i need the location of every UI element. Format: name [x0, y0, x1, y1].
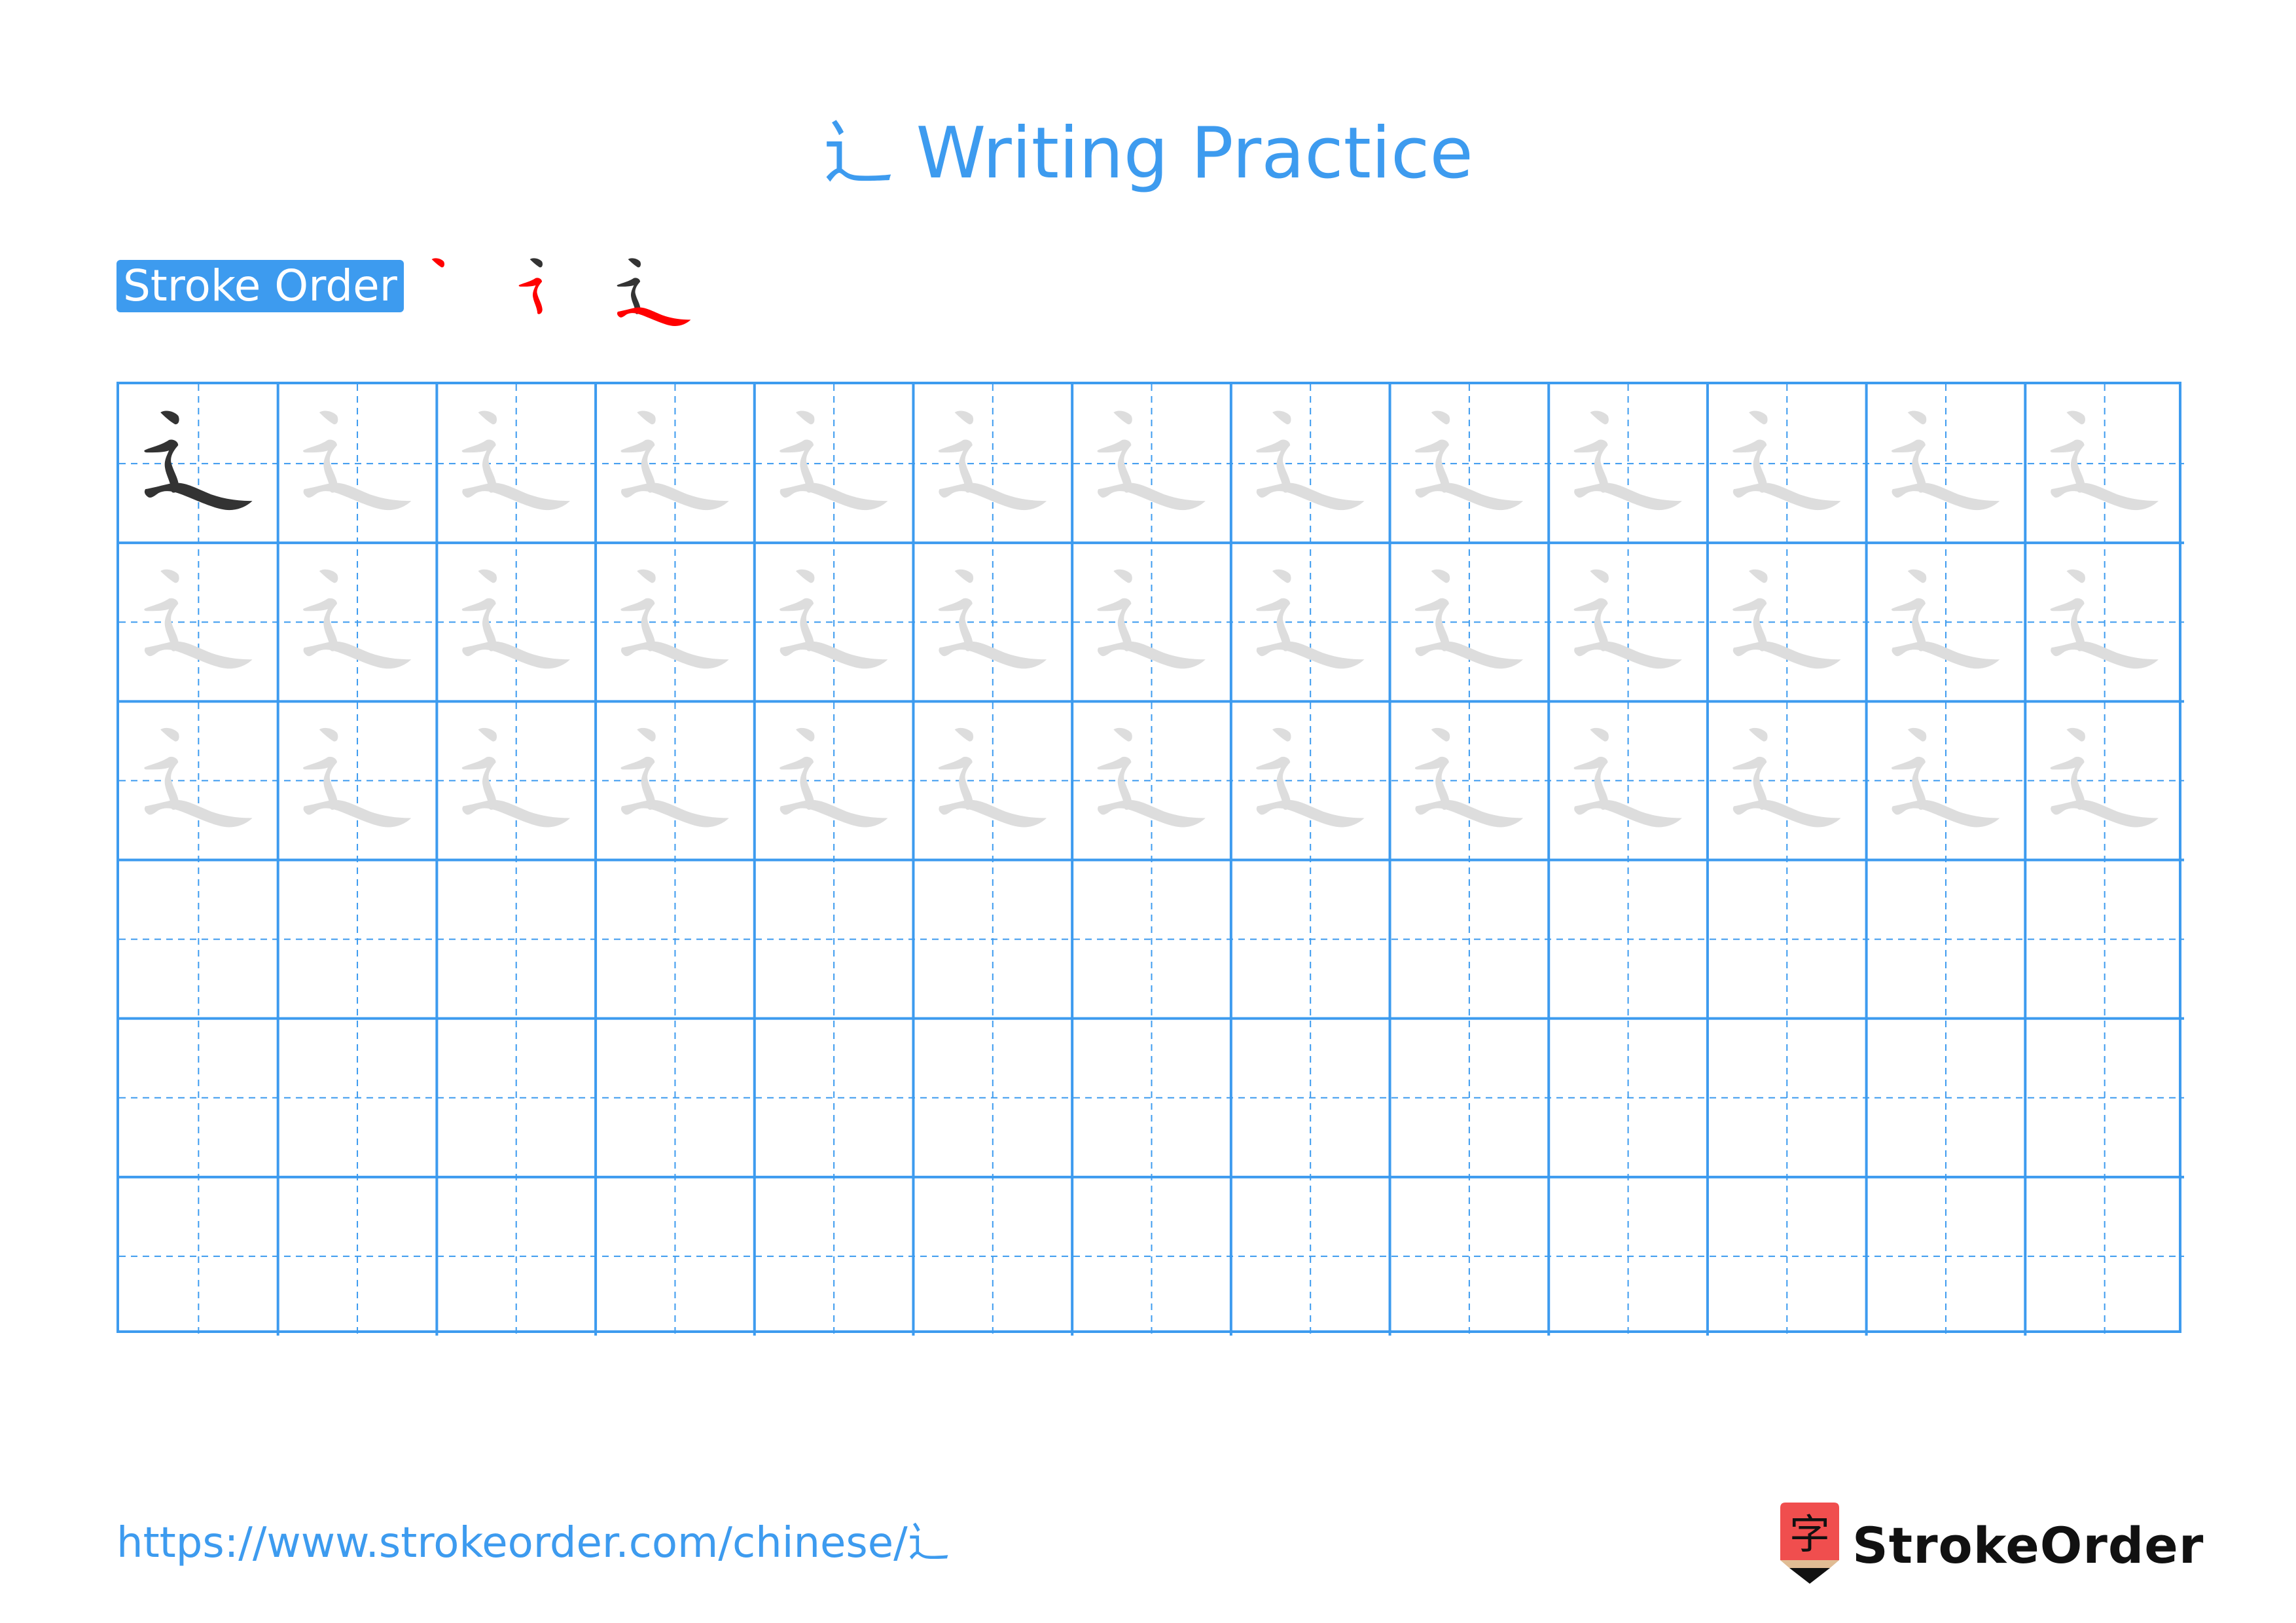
blank-practice-cell[interactable]: [437, 860, 596, 1019]
trace-character: [1574, 570, 1682, 669]
blank-practice-cell[interactable]: [913, 1019, 1072, 1177]
blank-practice-cell[interactable]: [1072, 1019, 1231, 1177]
blank-practice-cell[interactable]: [1390, 1019, 1549, 1177]
blank-practice-cell[interactable]: [2025, 860, 2184, 1019]
blank-practice-cell[interactable]: [278, 1177, 437, 1336]
stroke-step-2: [518, 258, 543, 314]
stroke-order-row: Stroke Order: [117, 258, 711, 326]
blank-practice-cell[interactable]: [1708, 1177, 1867, 1336]
brand-name: StrokeOrder: [1852, 1516, 2204, 1575]
blank-practice-cell[interactable]: [596, 1019, 755, 1177]
blank-practice-cell[interactable]: [1708, 1019, 1867, 1177]
stroke-1-done: [529, 258, 543, 268]
blank-practice-cell[interactable]: [1867, 1177, 2026, 1336]
blank-practice-cell[interactable]: [1549, 1177, 1708, 1336]
trace-character: [939, 570, 1047, 669]
blank-practice-cell[interactable]: [596, 860, 755, 1019]
blank-practice-cell[interactable]: [1390, 1177, 1549, 1336]
trace-character: [1732, 570, 1840, 669]
blank-practice-cell[interactable]: [119, 1019, 278, 1177]
blank-practice-cell[interactable]: [119, 860, 278, 1019]
blank-practice-cell[interactable]: [1231, 1177, 1390, 1336]
brand-logo[interactable]: 字 StrokeOrder: [1780, 1503, 2204, 1584]
stroke-order-steps: [417, 244, 711, 329]
stroke-2-highlight: [518, 278, 543, 314]
trace-character: [780, 570, 888, 669]
grid-lines: [119, 384, 2184, 1336]
blank-practice-cell[interactable]: [1867, 1019, 2026, 1177]
blank-practice-cell[interactable]: [1072, 1177, 1231, 1336]
trace-character: [1415, 570, 1523, 669]
blank-practice-cell[interactable]: [437, 1177, 596, 1336]
trace-character: [303, 570, 411, 669]
practice-grid: [117, 382, 2184, 1336]
trace-character: [144, 570, 252, 669]
stroke-step-1: [431, 258, 444, 268]
blank-practice-cell[interactable]: [596, 1177, 755, 1336]
pencil-logo-icon: 字: [1780, 1503, 1839, 1584]
blank-practice-cell[interactable]: [1549, 1019, 1708, 1177]
blank-practice-cell[interactable]: [2025, 1019, 2184, 1177]
blank-practice-cell[interactable]: [755, 1177, 914, 1336]
stroke-1-done: [628, 258, 641, 268]
blank-practice-cell[interactable]: [2025, 1177, 2184, 1336]
footer-url-link[interactable]: https://www.strokeorder.com/chinese/辶: [117, 1514, 950, 1573]
trace-character: [2051, 570, 2159, 669]
blank-practice-cell[interactable]: [1708, 860, 1867, 1019]
blank-practice-cell[interactable]: [278, 860, 437, 1019]
blank-practice-cell[interactable]: [437, 1019, 596, 1177]
trace-character: [1256, 570, 1364, 669]
trace-character: [462, 570, 570, 669]
stroke-1-highlight: [431, 258, 444, 268]
stroke-step-3: [617, 258, 691, 326]
page-title: 辶 Writing Practice: [823, 113, 1473, 194]
blank-practice-cell[interactable]: [119, 1177, 278, 1336]
blank-practice-cell[interactable]: [913, 1177, 1072, 1336]
stroke-order-badge: Stroke Order: [117, 260, 404, 312]
stroke-3-highlight: [617, 307, 691, 326]
blank-practice-cell[interactable]: [755, 1019, 914, 1177]
blank-practice-cell[interactable]: [913, 860, 1072, 1019]
blank-practice-cell[interactable]: [1231, 860, 1390, 1019]
trace-character: [1892, 570, 2000, 669]
blank-practice-cell[interactable]: [1072, 860, 1231, 1019]
logo-glyph: 字: [1789, 1510, 1830, 1558]
blank-practice-cell[interactable]: [1390, 860, 1549, 1019]
blank-practice-cell[interactable]: [1867, 860, 2026, 1019]
blank-practice-cell[interactable]: [1231, 1019, 1390, 1177]
blank-practice-cell[interactable]: [278, 1019, 437, 1177]
trace-character: [1098, 570, 1206, 669]
blank-practice-cell[interactable]: [755, 860, 914, 1019]
blank-practice-cell[interactable]: [1549, 860, 1708, 1019]
trace-character: [620, 570, 728, 669]
